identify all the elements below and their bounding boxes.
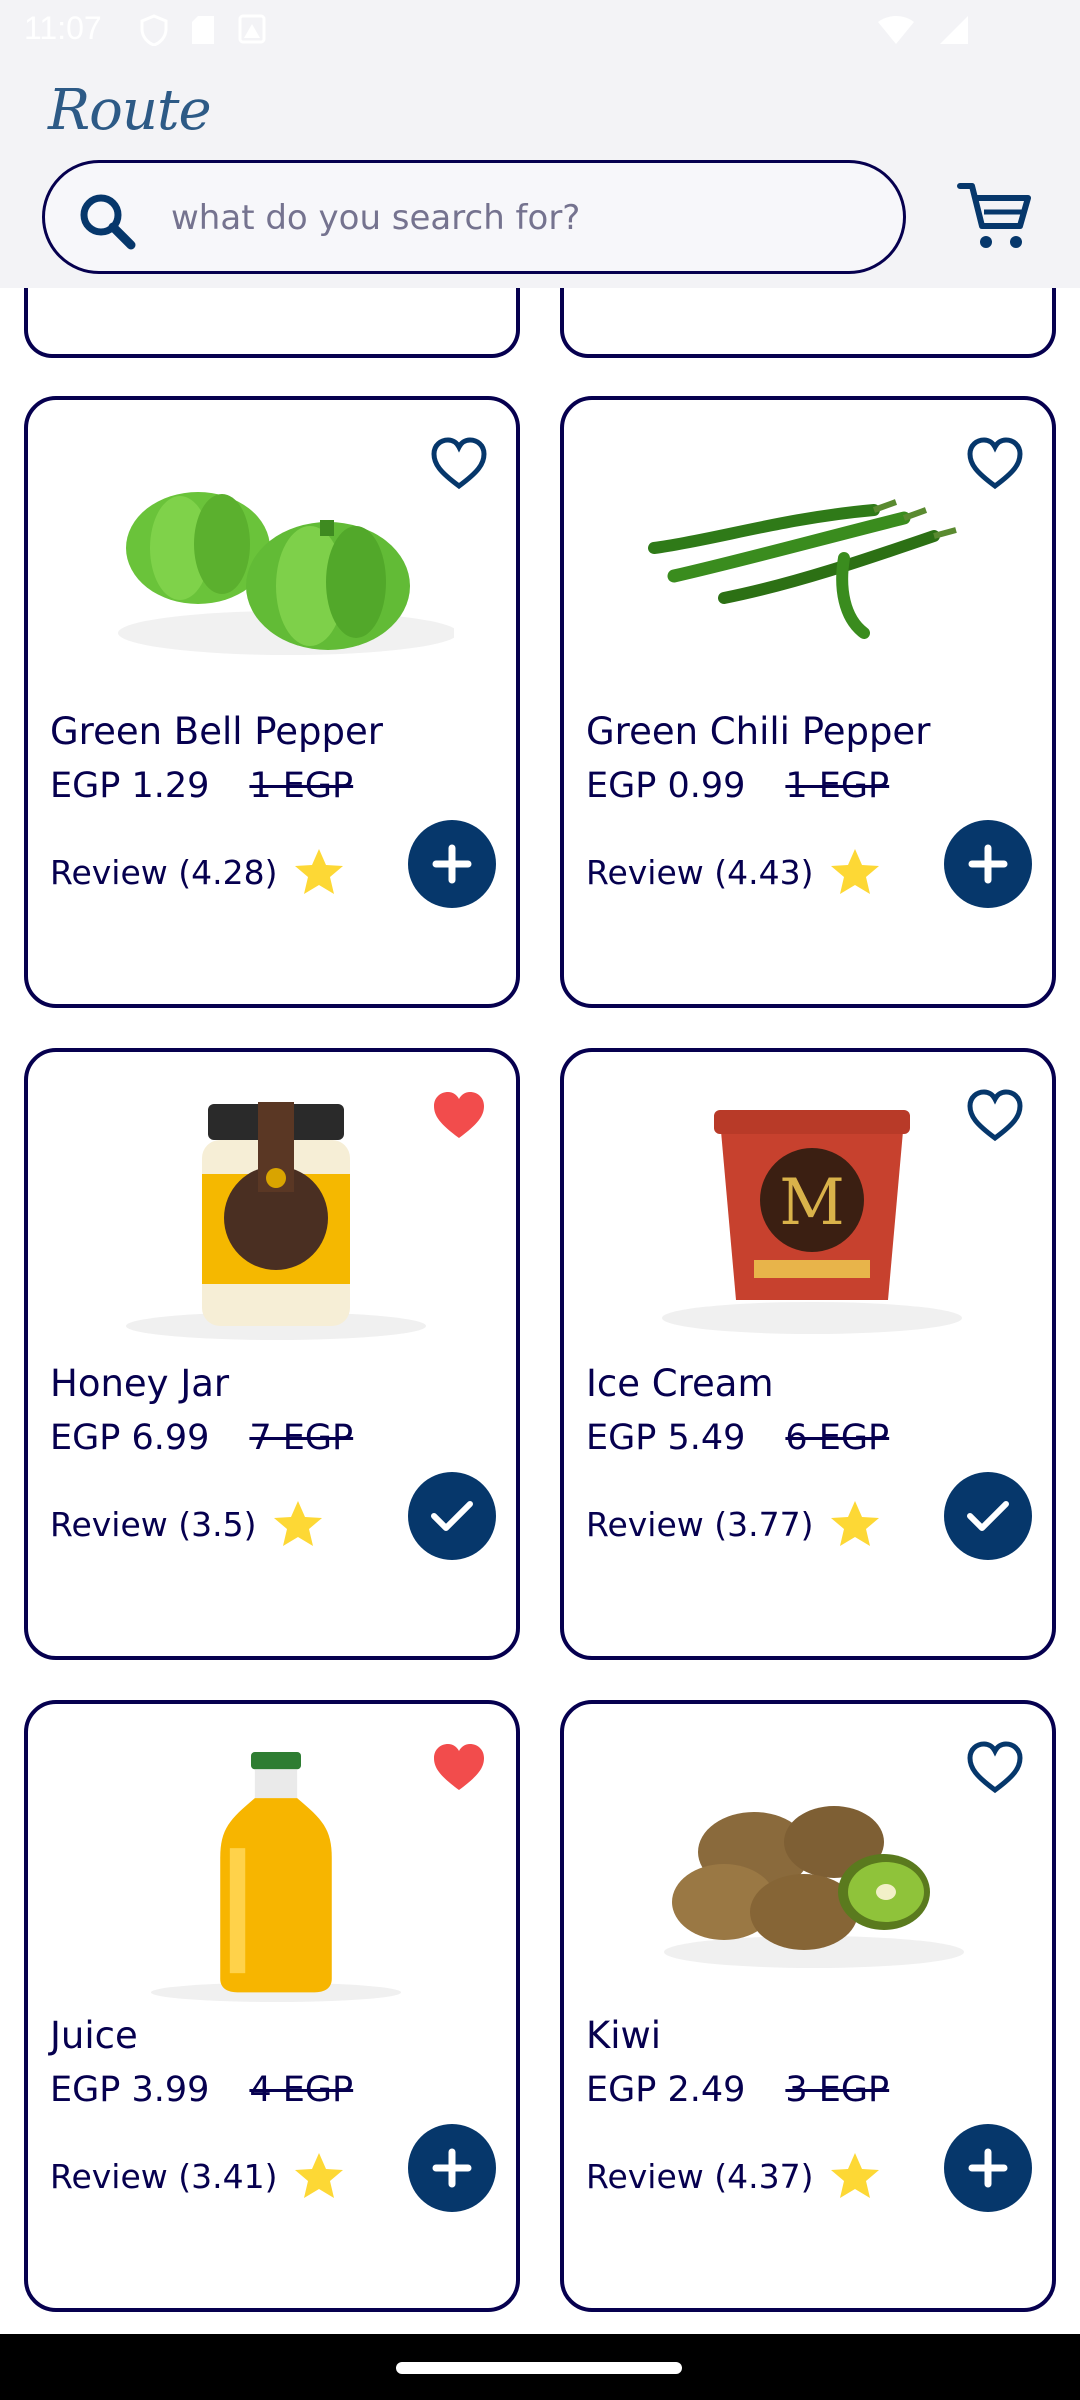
review-row: Review (3.77): [586, 1498, 881, 1550]
product-old-price: 1 EGP: [785, 766, 890, 806]
price-row: EGP 3.99 4 EGP: [50, 2070, 353, 2110]
product-name: Juice: [50, 2014, 138, 2057]
product-review: Review (4.28): [50, 852, 278, 892]
home-gesture-handle[interactable]: [396, 2362, 682, 2374]
route-logo: Route: [48, 78, 212, 143]
product-name: Kiwi: [586, 2014, 662, 2057]
product-card[interactable]: Honey Jar EGP 6.99 7 EGP Review (3.5): [24, 1048, 520, 1660]
svg-text:M: M: [779, 1166, 845, 1240]
price-row: EGP 5.49 6 EGP: [586, 1418, 889, 1458]
signal-icon: [940, 16, 968, 44]
search-bar[interactable]: [42, 160, 906, 274]
product-review: Review (4.43): [586, 852, 814, 892]
product-price: EGP 6.99: [50, 1418, 210, 1458]
review-row: Review (4.43): [586, 846, 881, 898]
product-price: EGP 2.49: [586, 2070, 746, 2110]
check-icon: [431, 1501, 473, 1531]
search-icon[interactable]: [75, 189, 139, 253]
star-icon: [831, 849, 880, 894]
product-old-price: 1 EGP: [249, 766, 354, 806]
honey-jar-image: [126, 1102, 426, 1340]
product-name: Ice Cream: [586, 1362, 774, 1405]
add-to-cart-button[interactable]: [408, 820, 496, 908]
check-icon: [967, 1501, 1009, 1531]
product-name: Honey Jar: [50, 1362, 230, 1405]
product-price: EGP 0.99: [586, 766, 746, 806]
product-price: EGP 1.29: [50, 766, 210, 806]
ice-cream-image: M: [662, 1110, 962, 1334]
sd-card-icon: [192, 16, 214, 44]
kiwi-image: [664, 1806, 964, 1968]
product-card-partial[interactable]: [24, 288, 520, 358]
add-to-cart-button[interactable]: [408, 2124, 496, 2212]
product-old-price: 4 EGP: [249, 2070, 354, 2110]
product-price: EGP 3.99: [50, 2070, 210, 2110]
status-bar: 11:07: [0, 0, 1080, 60]
plus-icon: [432, 2148, 472, 2188]
review-row: Review (4.37): [586, 2150, 881, 2202]
product-card[interactable]: Kiwi EGP 2.49 3 EGP Review (4.37): [560, 1700, 1056, 2312]
green-chili-pepper-image: [648, 499, 957, 639]
wifi-icon: [878, 16, 914, 44]
review-row: Review (3.5): [50, 1498, 324, 1550]
product-price: EGP 5.49: [586, 1418, 746, 1458]
product-card[interactable]: Juice EGP 3.99 4 EGP Review (3.41): [24, 1700, 520, 2312]
product-old-price: 3 EGP: [785, 2070, 890, 2110]
price-row: EGP 6.99 7 EGP: [50, 1418, 353, 1458]
plus-icon: [432, 844, 472, 884]
product-card-partial[interactable]: [560, 288, 1056, 358]
product-review: Review (3.41): [50, 2156, 278, 2196]
search-input[interactable]: [171, 185, 871, 251]
product-card[interactable]: Green Chili Pepper EGP 0.99 1 EGP Review …: [560, 396, 1056, 1008]
price-row: EGP 1.29 1 EGP: [50, 766, 353, 806]
juice-bottle-image: [151, 1752, 401, 2002]
product-review: Review (4.37): [586, 2156, 814, 2196]
cart-icon[interactable]: [956, 178, 1034, 256]
product-old-price: 7 EGP: [249, 1418, 354, 1458]
vpn-icon: [140, 14, 168, 46]
in-cart-check-button[interactable]: [944, 1472, 1032, 1560]
green-bell-pepper-image: [118, 492, 454, 655]
status-notification-icons: [140, 14, 266, 46]
app-header: Route: [0, 60, 1080, 288]
product-card[interactable]: M Ice Cream EGP 5.49 6 EGP Review (3.77): [560, 1048, 1056, 1660]
product-name: Green Bell Pepper: [50, 710, 383, 753]
price-row: EGP 2.49 3 EGP: [586, 2070, 889, 2110]
add-to-cart-button[interactable]: [944, 820, 1032, 908]
star-icon: [295, 2153, 344, 2198]
status-time: 11:07: [24, 10, 102, 46]
product-card[interactable]: Green Bell Pepper EGP 1.29 1 EGP Review (…: [24, 396, 520, 1008]
product-name: Green Chili Pepper: [586, 710, 931, 753]
product-grid[interactable]: Green Bell Pepper EGP 1.29 1 EGP Review (…: [0, 288, 1080, 2334]
star-icon: [274, 1501, 323, 1546]
review-row: Review (4.28): [50, 846, 345, 898]
plus-icon: [968, 844, 1008, 884]
photo-icon: [238, 14, 266, 44]
product-review: Review (3.5): [50, 1504, 257, 1544]
add-to-cart-button[interactable]: [944, 2124, 1032, 2212]
product-old-price: 6 EGP: [785, 1418, 890, 1458]
status-system-icons: [876, 14, 970, 46]
star-icon: [831, 2153, 880, 2198]
plus-icon: [968, 2148, 1008, 2188]
review-row: Review (3.41): [50, 2150, 345, 2202]
price-row: EGP 0.99 1 EGP: [586, 766, 889, 806]
product-review: Review (3.77): [586, 1504, 814, 1544]
star-icon: [295, 849, 344, 894]
star-icon: [831, 1501, 880, 1546]
in-cart-check-button[interactable]: [408, 1472, 496, 1560]
system-navigation-bar: [0, 2334, 1080, 2400]
